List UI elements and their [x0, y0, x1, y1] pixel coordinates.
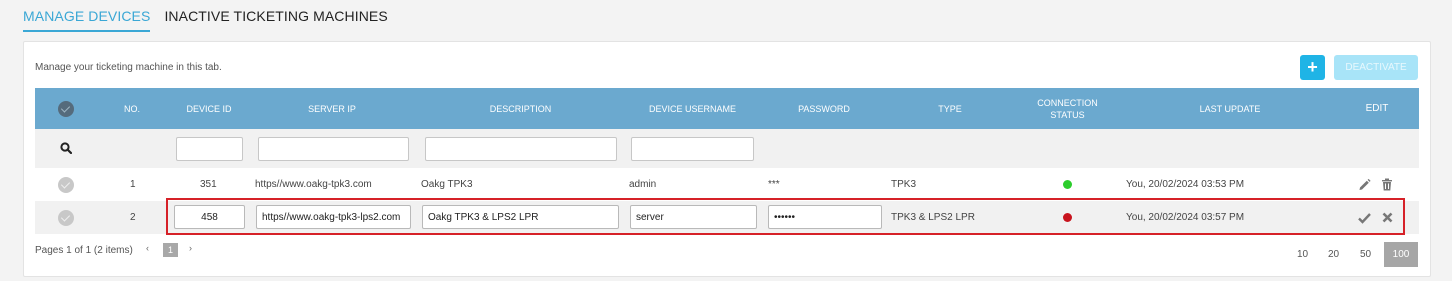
table-row-editing: 2 458 https//www.oakg-tpk3-lps2.com Oakg…: [35, 201, 1419, 234]
tab-bar: MANAGE DEVICES INACTIVE TICKETING MACHIN…: [23, 8, 388, 32]
devices-panel: Manage your ticketing machine in this ta…: [23, 41, 1431, 277]
page-size-100[interactable]: 100: [1384, 242, 1418, 267]
device-id-input[interactable]: 458: [174, 205, 245, 229]
table-header: NO. DEVICE ID SERVER IP DESCRIPTION DEVI…: [35, 88, 1419, 129]
tab-inactive-ticketing-machines[interactable]: INACTIVE TICKETING MACHINES: [164, 8, 387, 32]
next-page-button[interactable]: ›: [189, 243, 192, 253]
panel-description: Manage your ticketing machine in this ta…: [35, 62, 222, 73]
checkmark-icon[interactable]: [1358, 212, 1371, 224]
connection-header-line1: CONNECTION: [1037, 97, 1098, 108]
save-action[interactable]: [1358, 201, 1371, 234]
row-description: Oakg TPK3: [421, 179, 473, 190]
pagination-summary: Pages 1 of 1 (2 items): [35, 245, 133, 256]
column-header-device-id[interactable]: DEVICE ID: [173, 88, 245, 129]
edit-action[interactable]: [1358, 168, 1371, 201]
add-device-button[interactable]: +: [1300, 55, 1325, 80]
table-row: 1 351 https//www.oakg-tpk3.com Oakg TPK3…: [35, 168, 1419, 201]
row-select-cell: [58, 168, 74, 201]
filter-device-username-input[interactable]: [631, 137, 754, 161]
page-number-button[interactable]: 1: [163, 243, 178, 257]
row-device-id: 351: [200, 179, 217, 190]
search-icon: [60, 142, 72, 154]
row-last-update: You, 20/02/2024 03:57 PM: [1126, 212, 1245, 223]
row-type: TPK3 & LPS2 LPR: [891, 212, 975, 223]
connection-status-dot: [1063, 180, 1072, 189]
filter-description-input[interactable]: [425, 137, 617, 161]
server-ip-input[interactable]: https//www.oakg-tpk3-lps2.com: [256, 205, 411, 229]
column-header-last-update[interactable]: LAST UPDATE: [1125, 88, 1335, 129]
column-header-type[interactable]: TYPE: [890, 88, 1010, 129]
select-all-cell: [35, 88, 97, 129]
filter-server-ip-input[interactable]: [258, 137, 409, 161]
row-checkbox[interactable]: [58, 176, 74, 193]
row-server-ip: https//www.oakg-tpk3.com: [255, 179, 372, 190]
filter-device-id-input[interactable]: [176, 137, 243, 161]
column-header-description[interactable]: DESCRIPTION: [424, 88, 617, 129]
row-type: TPK3: [891, 179, 917, 190]
pencil-icon[interactable]: [1358, 178, 1371, 191]
column-header-connection-status[interactable]: CONNECTION STATUS: [1020, 88, 1115, 129]
connection-status-dot: [1063, 213, 1072, 222]
deactivate-button[interactable]: DEACTIVATE: [1334, 55, 1418, 80]
device-username-input[interactable]: server: [630, 205, 757, 229]
delete-action[interactable]: [1381, 168, 1393, 201]
prev-page-button[interactable]: ‹: [146, 243, 149, 253]
row-last-update: You, 20/02/2024 03:53 PM: [1126, 179, 1245, 190]
page-size-10[interactable]: 10: [1290, 242, 1315, 267]
trash-icon[interactable]: [1381, 178, 1393, 191]
filter-row: [35, 129, 1419, 168]
close-icon[interactable]: [1382, 212, 1393, 223]
column-header-edit: EDIT: [1365, 102, 1389, 114]
row-no: 2: [130, 212, 136, 223]
row-select-cell: [58, 201, 74, 234]
column-header-server-ip[interactable]: SERVER IP: [257, 88, 407, 129]
row-checkbox[interactable]: [58, 209, 74, 226]
tab-manage-devices[interactable]: MANAGE DEVICES: [23, 8, 151, 32]
row-password: ***: [768, 179, 780, 190]
select-all-checkbox[interactable]: [58, 100, 74, 117]
cancel-action[interactable]: [1382, 201, 1393, 234]
column-header-password[interactable]: PASSWORD: [769, 88, 879, 129]
column-header-no[interactable]: NO.: [97, 88, 167, 129]
description-input[interactable]: Oakg TPK3 & LPS2 LPR: [422, 205, 619, 229]
row-device-username: admin: [629, 179, 657, 190]
password-input[interactable]: ••••••: [768, 205, 882, 229]
page-size-20[interactable]: 20: [1321, 242, 1346, 267]
row-no: 1: [130, 179, 136, 190]
row-status-cell: [1063, 168, 1072, 201]
column-header-device-username[interactable]: DEVICE USERNAME: [630, 88, 755, 129]
page-size-50[interactable]: 50: [1352, 242, 1379, 267]
row-status-cell: [1063, 201, 1072, 234]
connection-header-line2: STATUS: [1050, 109, 1085, 120]
